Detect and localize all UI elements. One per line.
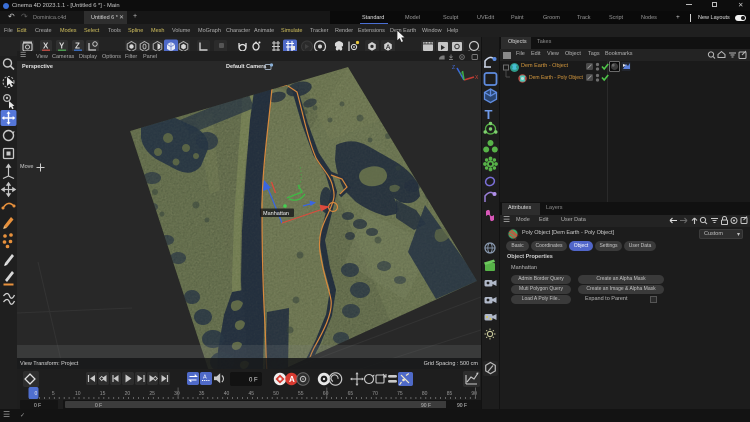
svg-text:A: A xyxy=(289,375,295,384)
svg-text:5: 5 xyxy=(52,391,55,397)
svg-text:Z: Z xyxy=(75,42,80,51)
svg-text:Manhattan: Manhattan xyxy=(263,211,289,217)
svg-text:X: X xyxy=(43,42,49,51)
svg-text:40: 40 xyxy=(224,391,230,397)
svg-text:10: 10 xyxy=(75,391,81,397)
svg-text:70: 70 xyxy=(372,391,378,397)
svg-text:25: 25 xyxy=(149,391,155,397)
svg-text:X: X xyxy=(475,75,479,81)
svg-text:A: A xyxy=(386,44,391,51)
svg-text:75: 75 xyxy=(397,391,403,397)
svg-text:30: 30 xyxy=(174,391,180,397)
svg-text:0: 0 xyxy=(35,391,38,397)
svg-text:55: 55 xyxy=(298,391,304,397)
svg-text:Z: Z xyxy=(452,65,455,71)
svg-text:85: 85 xyxy=(447,391,453,397)
svg-text:T: T xyxy=(485,107,493,122)
svg-text:90: 90 xyxy=(471,391,477,397)
svg-text:65: 65 xyxy=(348,391,354,397)
svg-text:20: 20 xyxy=(125,391,131,397)
svg-text:15: 15 xyxy=(100,391,106,397)
svg-text:35: 35 xyxy=(199,391,205,397)
svg-text:50: 50 xyxy=(273,391,279,397)
svg-text:Y: Y xyxy=(59,42,65,51)
svg-text:A: A xyxy=(203,375,207,381)
svg-text:80: 80 xyxy=(422,391,428,397)
svg-text:45: 45 xyxy=(249,391,255,397)
svg-text:60: 60 xyxy=(323,391,329,397)
svg-text:0 F: 0 F xyxy=(249,378,258,384)
